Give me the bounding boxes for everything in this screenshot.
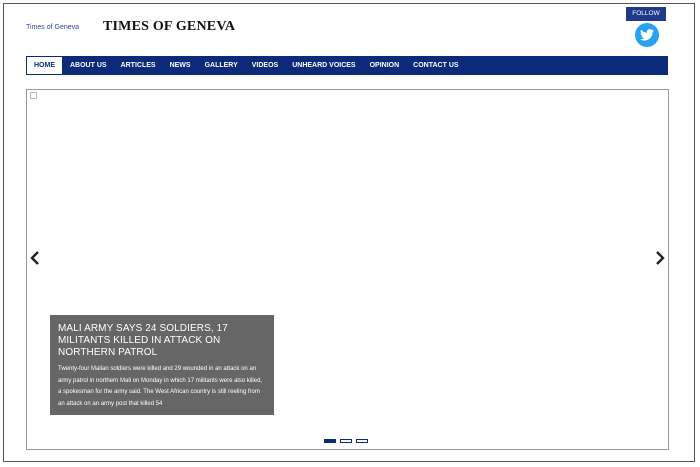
- slide-headline[interactable]: MALI ARMY SAYS 24 SOLDIERS, 17 MILITANTS…: [58, 323, 266, 359]
- nav-item-videos[interactable]: VIDEOS: [245, 56, 285, 75]
- site-logo[interactable]: Times of Geneva: [26, 24, 79, 31]
- slider-prev-button[interactable]: [29, 250, 41, 266]
- slider-dot-1[interactable]: [324, 439, 336, 443]
- slide-summary: Twenty-four Malian soldiers were killed …: [58, 366, 263, 407]
- slider-next-button[interactable]: [654, 250, 666, 266]
- nav-item-contact-us[interactable]: CONTACT US: [406, 56, 465, 75]
- slider-dot-2[interactable]: [340, 439, 352, 443]
- nav-item-opinion[interactable]: OPINION: [363, 56, 407, 75]
- slide-caption[interactable]: MALI ARMY SAYS 24 SOLDIERS, 17 MILITANTS…: [50, 315, 274, 415]
- twitter-icon: [640, 29, 654, 41]
- slider-pagination: [324, 439, 368, 443]
- broken-image-icon: [30, 92, 37, 99]
- main-nav: HOME ABOUT US ARTICLES NEWS GALLERY VIDEOS UNH…: [26, 56, 668, 75]
- nav-item-news[interactable]: NEWS: [163, 56, 198, 75]
- chevron-left-icon: [30, 251, 39, 265]
- nav-item-home[interactable]: HOME: [26, 56, 63, 75]
- nav-item-articles[interactable]: ARTICLES: [114, 56, 163, 75]
- hero-slider: MALI ARMY SAYS 24 SOLDIERS, 17 MILITANTS…: [26, 89, 669, 450]
- twitter-button[interactable]: [635, 23, 659, 47]
- nav-item-unheard-voices[interactable]: UNHEARD VOICES: [285, 56, 362, 75]
- nav-item-about-us[interactable]: ABOUT US: [63, 56, 114, 75]
- chevron-right-icon: [656, 251, 665, 265]
- slider-dot-3[interactable]: [356, 439, 368, 443]
- site-title: TIMES OF GENEVA: [103, 19, 236, 34]
- nav-item-gallery[interactable]: GALLERY: [198, 56, 245, 75]
- follow-us-label: FOLLOW US.: [626, 7, 666, 31]
